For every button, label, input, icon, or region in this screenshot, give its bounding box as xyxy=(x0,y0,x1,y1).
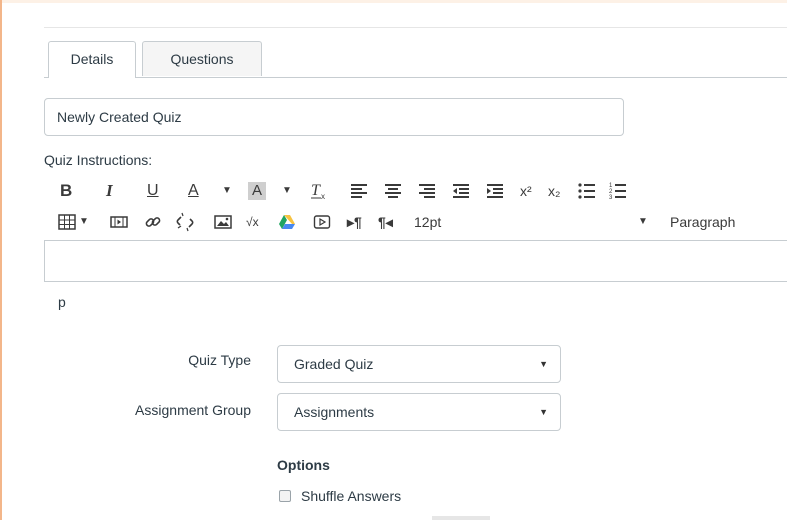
chevron-down-icon: ▼ xyxy=(539,407,548,417)
assignment-group-select[interactable]: Assignments ▼ xyxy=(277,393,561,431)
assignment-group-label: Assignment Group xyxy=(135,402,251,418)
rich-text-editor[interactable] xyxy=(44,240,787,282)
chevron-down-icon: ▼ xyxy=(539,359,548,369)
background-color-dropdown-icon[interactable]: ▼ xyxy=(282,180,292,202)
partial-element xyxy=(432,516,490,520)
superscript-button[interactable]: x² xyxy=(520,180,532,202)
indent-icon[interactable] xyxy=(486,180,504,202)
media-icon[interactable] xyxy=(110,211,128,233)
numbered-list-icon[interactable]: 123 xyxy=(609,180,627,202)
unlink-icon[interactable] xyxy=(176,211,194,233)
image-icon[interactable] xyxy=(214,211,232,233)
embed-video-icon[interactable] xyxy=(313,211,331,233)
shuffle-answers-label[interactable]: Shuffle Answers xyxy=(301,488,401,504)
table-dropdown-icon[interactable]: ▼ xyxy=(79,211,89,233)
outdent-icon[interactable] xyxy=(452,180,470,202)
top-divider xyxy=(44,27,787,28)
ltr-direction-icon[interactable]: ▸¶ xyxy=(347,211,362,233)
align-right-icon[interactable] xyxy=(418,180,436,202)
rtl-direction-icon[interactable]: ¶◂ xyxy=(378,211,393,233)
align-center-icon[interactable] xyxy=(384,180,402,202)
top-accent xyxy=(0,0,787,3)
quiz-type-label: Quiz Type xyxy=(188,352,251,368)
shuffle-answers-option: Shuffle Answers xyxy=(279,488,401,504)
google-drive-icon[interactable] xyxy=(278,211,296,233)
font-size-dropdown-icon[interactable]: ▼ xyxy=(638,211,648,233)
tab-questions[interactable]: Questions xyxy=(142,41,262,76)
svg-text:3: 3 xyxy=(609,195,613,201)
underline-button[interactable]: U xyxy=(147,180,159,202)
editor-path-indicator: p xyxy=(58,294,66,310)
table-icon[interactable] xyxy=(58,211,76,233)
quiz-type-value: Graded Quiz xyxy=(294,356,374,372)
font-color-button[interactable]: A xyxy=(188,180,199,202)
equation-icon[interactable]: √x xyxy=(246,211,259,233)
align-left-icon[interactable] xyxy=(350,180,368,202)
italic-button[interactable]: I xyxy=(106,180,113,202)
link-icon[interactable] xyxy=(144,211,162,233)
clear-formatting-icon[interactable]: Tx xyxy=(310,180,328,202)
assignment-group-value: Assignments xyxy=(294,404,375,420)
tab-details[interactable]: Details xyxy=(48,41,136,78)
quiz-type-select[interactable]: Graded Quiz ▼ xyxy=(277,345,561,383)
svg-text:T: T xyxy=(311,182,321,199)
block-format-select[interactable]: Paragraph xyxy=(670,211,735,233)
font-color-dropdown-icon[interactable]: ▼ xyxy=(222,180,232,202)
left-accent-border xyxy=(0,0,2,520)
options-heading: Options xyxy=(277,457,330,473)
quiz-title-input[interactable] xyxy=(44,98,624,136)
shuffle-answers-checkbox[interactable] xyxy=(279,490,291,502)
bullet-list-icon[interactable] xyxy=(578,180,596,202)
background-color-button[interactable]: A xyxy=(248,182,266,200)
font-size-select[interactable]: 12pt xyxy=(414,211,441,233)
subscript-button[interactable]: x₂ xyxy=(548,180,560,202)
bold-button[interactable]: B xyxy=(60,180,72,202)
tab-bar: Details Questions xyxy=(44,41,787,78)
svg-text:x: x xyxy=(321,192,325,201)
quiz-instructions-label: Quiz Instructions: xyxy=(44,152,153,168)
